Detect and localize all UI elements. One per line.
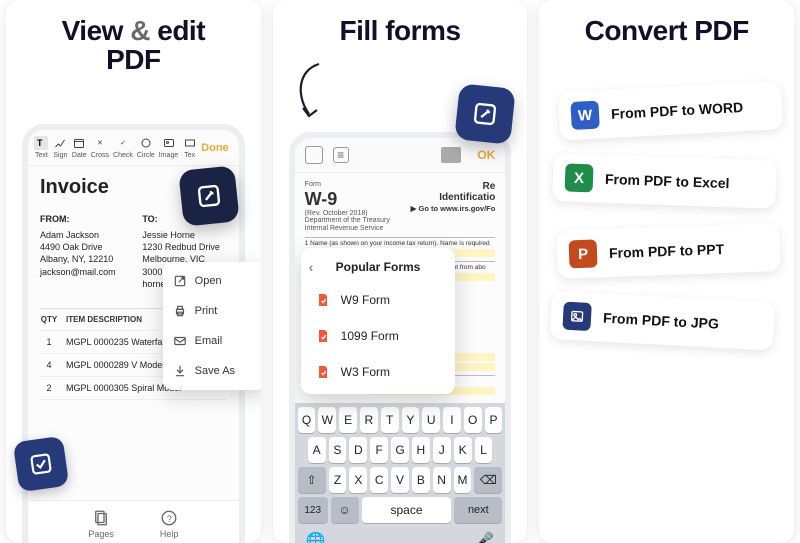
- edit-form-badge: [455, 83, 517, 145]
- print-icon: [173, 304, 187, 318]
- tool-image[interactable]: Image: [159, 136, 178, 159]
- ppt-icon: P: [569, 240, 598, 269]
- key-n[interactable]: N: [433, 467, 451, 493]
- key-g[interactable]: G: [391, 437, 409, 463]
- key-space[interactable]: space: [362, 497, 452, 523]
- excel-icon: X: [565, 164, 594, 193]
- pdf-icon: [315, 328, 331, 344]
- tool-date[interactable]: Date: [72, 136, 87, 159]
- list-icon[interactable]: ≡: [333, 147, 349, 163]
- key-s[interactable]: S: [329, 437, 347, 463]
- key-d[interactable]: D: [349, 437, 367, 463]
- key-x[interactable]: X: [349, 467, 367, 493]
- panel3-heading: Convert PDF: [539, 16, 794, 45]
- check-badge: [13, 436, 69, 492]
- key-p[interactable]: P: [485, 407, 503, 433]
- key-z[interactable]: Z: [329, 467, 347, 493]
- panel-view-edit: View & edit PDF TText Sign Date ✕Cross ✓…: [6, 0, 261, 543]
- keyboard: QWERTYUIOP ASDFGHJKL ⇧ZXCVBNM⌫ 123 ☺ spa…: [295, 403, 506, 543]
- convert-label: From PDF to JPG: [603, 310, 720, 332]
- panel1-heading: View & edit PDF: [6, 16, 261, 75]
- panel2-heading: Fill forms: [273, 16, 528, 45]
- tool-text[interactable]: TText: [34, 136, 49, 159]
- from-block: FROM: Adam Jackson 4490 Oak Drive Albany…: [40, 213, 124, 290]
- ok-button[interactable]: OK: [477, 148, 495, 162]
- mic-icon[interactable]: 🎤: [474, 531, 494, 543]
- jpg-icon: [563, 302, 592, 331]
- tool-cross[interactable]: ✕Cross: [91, 136, 109, 159]
- comment-icon[interactable]: [441, 147, 461, 163]
- key-a[interactable]: A: [308, 437, 326, 463]
- panel-convert: Convert PDF W From PDF to WORD X From PD…: [539, 0, 794, 543]
- key-shift[interactable]: ⇧: [298, 467, 326, 493]
- done-button[interactable]: Done: [201, 142, 233, 154]
- menu-email[interactable]: Email: [163, 326, 261, 356]
- convert-jpg[interactable]: From PDF to JPG: [550, 291, 775, 351]
- key-h[interactable]: H: [412, 437, 430, 463]
- key-123[interactable]: 123: [298, 497, 328, 523]
- save-icon: [173, 364, 187, 378]
- key-m[interactable]: M: [454, 467, 472, 493]
- key-u[interactable]: U: [422, 407, 440, 433]
- convert-label: From PDF to Excel: [605, 171, 730, 191]
- tool-text2[interactable]: Tex: [182, 136, 197, 159]
- context-menu: Open Print Email Save As: [163, 262, 261, 390]
- layout-icon[interactable]: [305, 146, 323, 164]
- key-b[interactable]: B: [412, 467, 430, 493]
- menu-open[interactable]: Open: [163, 266, 261, 296]
- tool-sign[interactable]: Sign: [53, 136, 68, 159]
- menu-saveas[interactable]: Save As: [163, 356, 261, 386]
- key-k[interactable]: K: [454, 437, 472, 463]
- popular-title: Popular Forms: [336, 260, 421, 274]
- tool-circle[interactable]: Circle: [137, 136, 155, 159]
- nav-help[interactable]: ? Help: [160, 509, 179, 539]
- convert-ppt[interactable]: P From PDF to PPT: [557, 223, 781, 279]
- key-i[interactable]: I: [443, 407, 461, 433]
- key-f[interactable]: F: [370, 437, 388, 463]
- word-icon: W: [571, 101, 600, 130]
- key-w[interactable]: W: [318, 407, 336, 433]
- key-emoji[interactable]: ☺: [331, 497, 359, 523]
- panel-fill-forms: Fill forms ≡ OK Form W-9 (Rev. October 2…: [273, 0, 528, 543]
- tool-check[interactable]: ✓Check: [113, 136, 133, 159]
- key-v[interactable]: V: [391, 467, 409, 493]
- email-icon: [173, 334, 187, 348]
- key-y[interactable]: Y: [402, 407, 420, 433]
- key-j[interactable]: J: [433, 437, 451, 463]
- popular-item-w9[interactable]: W9 Form: [301, 282, 456, 318]
- key-backspace[interactable]: ⌫: [474, 467, 502, 493]
- editor-toolbar: TText Sign Date ✕Cross ✓Check Circle Ima…: [28, 130, 239, 166]
- pdf-icon: [315, 292, 331, 308]
- bottom-nav: Pages ? Help: [28, 500, 239, 543]
- svg-text:?: ?: [167, 514, 172, 524]
- convert-word[interactable]: W From PDF to WORD: [558, 81, 783, 141]
- open-icon: [173, 274, 187, 288]
- convert-label: From PDF to WORD: [611, 99, 744, 122]
- popular-forms-sheet: ‹ Popular Forms W9 Form 1099 Form W3 For…: [301, 248, 456, 394]
- key-o[interactable]: O: [464, 407, 482, 433]
- phone-frame-2: ≡ OK Form W-9 (Rev. October 2018) Depart…: [289, 132, 512, 543]
- popular-item-1099[interactable]: 1099 Form: [301, 318, 456, 354]
- edit-badge: [178, 165, 240, 227]
- menu-print[interactable]: Print: [163, 296, 261, 326]
- arrow-doodle: [289, 60, 329, 126]
- key-t[interactable]: T: [381, 407, 399, 433]
- popular-item-w3[interactable]: W3 Form: [301, 354, 456, 390]
- key-e[interactable]: E: [339, 407, 357, 433]
- convert-label: From PDF to PPT: [609, 241, 725, 261]
- form-toolbar: ≡ OK: [295, 138, 506, 173]
- back-chevron-icon[interactable]: ‹: [309, 259, 314, 275]
- key-r[interactable]: R: [360, 407, 378, 433]
- globe-icon[interactable]: 🌐: [306, 531, 326, 543]
- key-next[interactable]: next: [454, 497, 502, 523]
- key-l[interactable]: L: [475, 437, 493, 463]
- svg-text:T: T: [37, 138, 43, 148]
- convert-excel[interactable]: X From PDF to Excel: [553, 153, 777, 209]
- key-c[interactable]: C: [370, 467, 388, 493]
- nav-pages[interactable]: Pages: [88, 509, 114, 539]
- key-q[interactable]: Q: [298, 407, 316, 433]
- pdf-icon: [315, 364, 331, 380]
